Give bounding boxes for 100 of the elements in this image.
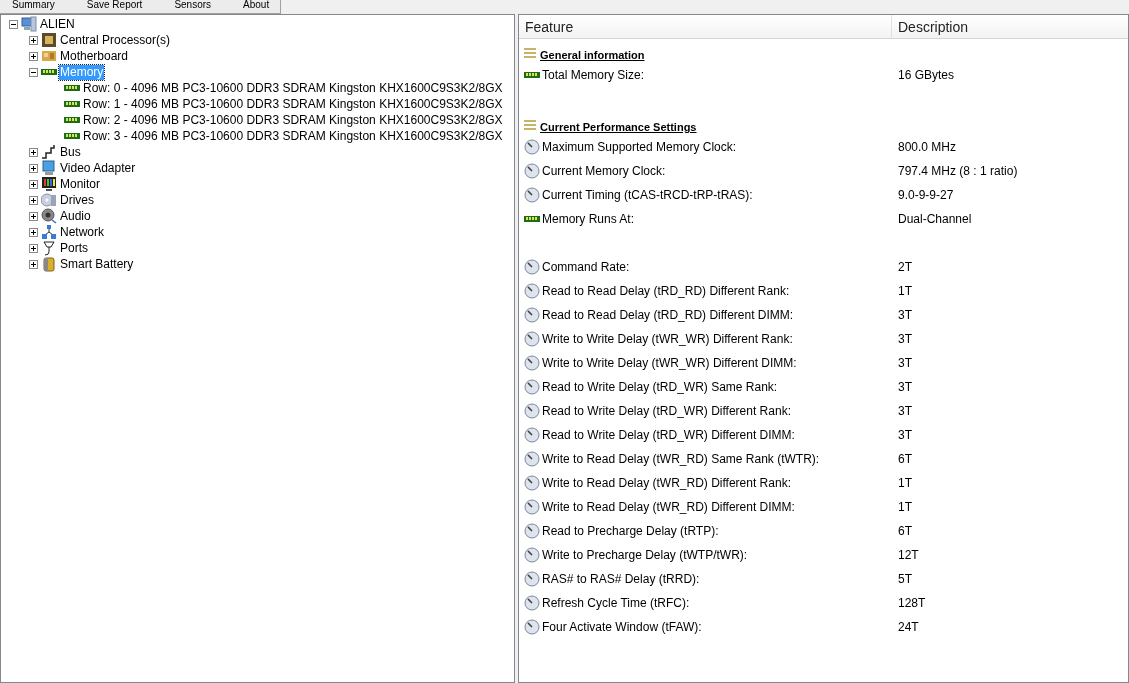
tree-item[interactable]: Row: 2 - 4096 MB PC3-10600 DDR3 SDRAM Kingston KHX1600C9S3K2/8GX: [82, 112, 504, 128]
value-cell-text: 24T: [897, 619, 919, 636]
feature-cell-text: Read to Read Delay (tRD_RD) Different Rank:: [542, 283, 790, 300]
gauge-icon: [524, 499, 540, 515]
value-cell-text: 3T: [897, 403, 912, 420]
gauge-icon: [524, 523, 540, 539]
network-icon: [41, 224, 57, 240]
expand-toggle[interactable]: [29, 227, 38, 237]
gauge-icon: [524, 595, 540, 611]
feature-cell-text: Write to Precharge Delay (tWTP/tWR):: [542, 547, 748, 564]
feature-cell-text: Read to Write Delay (tRD_WR) Same Rank:: [542, 379, 778, 396]
value-cell-text: 6T: [897, 523, 912, 540]
tree-item[interactable]: Audio: [59, 208, 92, 224]
menu-item[interactable]: Sensors: [162, 0, 224, 13]
feature-cell-text: Write to Read Delay (tWR_RD) Same Rank (tWTR):: [542, 451, 820, 468]
tree-item[interactable]: ALIEN: [39, 16, 76, 32]
menu-item[interactable]: About: [231, 0, 282, 13]
gauge-icon: [524, 259, 540, 275]
feature-cell-text: RAS# to RAS# Delay (tRRD):: [542, 571, 700, 588]
gauge-icon: [524, 307, 540, 323]
column-header[interactable]: Description: [892, 15, 1128, 38]
gauge-icon: [524, 187, 540, 203]
expand-toggle[interactable]: [29, 163, 38, 173]
value-cell-text: 1T: [897, 475, 912, 492]
gauge-icon: [524, 571, 540, 587]
tree-item[interactable]: Ports: [59, 240, 89, 256]
gauge-icon: [524, 355, 540, 371]
section-heading: General information: [540, 48, 645, 62]
gauge-icon: [524, 451, 540, 467]
list-icon: [524, 47, 536, 59]
value-cell-text: 6T: [897, 451, 912, 468]
feature-cell-text: Command Rate:: [542, 259, 630, 276]
feature-cell-text: Read to Precharge Delay (tRTP):: [542, 523, 719, 540]
menu-item[interactable]: Summary: [0, 0, 67, 13]
feature-cell-text: Write to Read Delay (tWR_RD) Different DIMM:: [542, 499, 795, 516]
feature-cell-text: Maximum Supported Memory Clock:: [542, 139, 737, 156]
feature-cell-text: Current Timing (tCAS-tRCD-tRP-tRAS):: [542, 187, 753, 204]
feature-cell-text: Read to Write Delay (tRD_WR) Different DIMM:: [542, 427, 795, 444]
value-cell-text: 9.0-9-9-27: [897, 187, 954, 204]
tree-item[interactable]: Monitor: [59, 176, 101, 192]
expand-toggle[interactable]: [29, 147, 38, 157]
value-cell-text: 3T: [897, 331, 912, 348]
collapse-toggle[interactable]: [29, 67, 38, 77]
menu-item[interactable]: Save Report: [74, 0, 155, 13]
section-heading: Current Performance Settings: [540, 120, 697, 134]
tree-item[interactable]: Row: 0 - 4096 MB PC3-10600 DDR3 SDRAM Kingston KHX1600C9S3K2/8GX: [82, 80, 504, 96]
expand-toggle[interactable]: [29, 211, 38, 221]
feature-cell-text: Refresh Cycle Time (tRFC):: [542, 595, 690, 612]
column-header[interactable]: Feature: [519, 15, 892, 38]
computer-icon: [21, 16, 37, 32]
monitor-icon: [41, 176, 57, 192]
expand-toggle[interactable]: [29, 259, 38, 269]
battery-icon: [41, 256, 57, 272]
tree-item[interactable]: Network: [59, 224, 105, 240]
tree-item[interactable]: Bus: [59, 144, 82, 160]
feature-cell-text: Write to Write Delay (tWR_WR) Different Rank:: [542, 331, 793, 348]
tree-item[interactable]: Video Adapter: [59, 160, 137, 176]
tree-item[interactable]: Central Processor(s): [59, 32, 172, 48]
value-cell-text: Dual-Channel: [897, 211, 972, 228]
feature-cell-text: Read to Write Delay (tRD_WR) Different Rank:: [542, 403, 791, 420]
feature-cell-text: Total Memory Size:: [542, 67, 645, 84]
gauge-icon: [524, 379, 540, 395]
bus-line-icon: [41, 144, 57, 160]
expand-toggle[interactable]: [29, 35, 38, 45]
speaker-icon: [41, 208, 57, 224]
tree-item[interactable]: Motherboard: [59, 48, 130, 64]
chip-icon: [41, 32, 57, 48]
tree-item[interactable]: Drives: [59, 192, 95, 208]
tree-item[interactable]: Smart Battery: [59, 256, 135, 272]
value-cell-text: 5T: [897, 571, 912, 588]
gauge-icon: [524, 619, 540, 635]
gauge-icon: [524, 427, 540, 443]
expand-toggle[interactable]: [29, 51, 38, 61]
gauge-icon: [524, 139, 540, 155]
expand-toggle[interactable]: [29, 243, 38, 253]
feature-cell-text: Write to Write Delay (tWR_WR) Different DIMM:: [542, 355, 797, 372]
display-icon: [41, 160, 57, 176]
feature-cell-text: Read to Read Delay (tRD_RD) Different DIMM:: [542, 307, 794, 324]
feature-cell-text: Write to Read Delay (tWR_RD) Different Rank:: [542, 475, 791, 492]
tree-item[interactable]: Row: 3 - 4096 MB PC3-10600 DDR3 SDRAM Kingston KHX1600C9S3K2/8GX: [82, 128, 504, 144]
plug-icon: [41, 240, 57, 256]
expand-toggle[interactable]: [29, 195, 38, 205]
value-cell-text: 3T: [897, 355, 912, 372]
collapse-toggle[interactable]: [9, 19, 18, 29]
list-icon: [524, 119, 536, 131]
value-cell-text: 797.4 MHz (8 : 1 ratio): [897, 163, 1018, 180]
value-cell-text: 1T: [897, 499, 912, 516]
value-cell-text: 3T: [897, 427, 912, 444]
gauge-icon: [524, 331, 540, 347]
gauge-icon: [524, 403, 540, 419]
feature-cell-text: Memory Runs At:: [542, 211, 635, 228]
expand-toggle[interactable]: [29, 179, 38, 189]
board-icon: [41, 48, 57, 64]
value-cell-text: 16 GBytes: [897, 67, 955, 84]
gauge-icon: [524, 547, 540, 563]
feature-cell-text: Four Activate Window (tFAW):: [542, 619, 702, 636]
gauge-icon: [524, 475, 540, 491]
tree-item[interactable]: Row: 1 - 4096 MB PC3-10600 DDR3 SDRAM Kingston KHX1600C9S3K2/8GX: [82, 96, 504, 112]
gauge-icon: [524, 163, 540, 179]
feature-cell-text: Current Memory Clock:: [542, 163, 666, 180]
